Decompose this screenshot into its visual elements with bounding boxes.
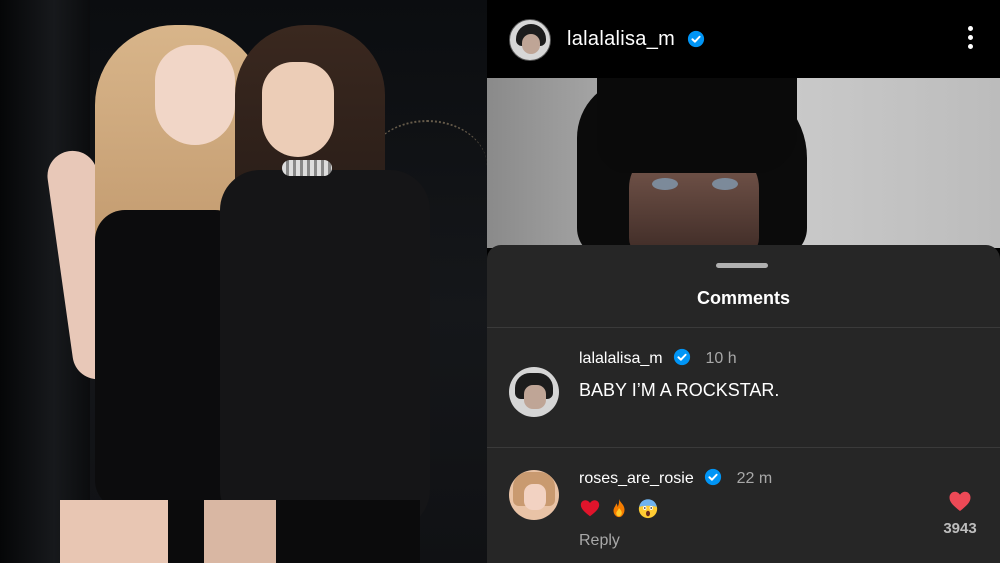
instagram-post-view: lalalalisa_m Comments lalalalisa_m 10 h …	[487, 0, 1000, 563]
comment-time: 22 m	[736, 470, 773, 487]
post-username[interactable]: lalalalisa_m	[567, 28, 675, 50]
post-image-bangs	[597, 78, 797, 173]
verified-badge-icon	[687, 30, 705, 48]
necklace	[282, 160, 332, 176]
verified-badge-icon	[705, 468, 722, 486]
person-left-face	[155, 45, 235, 145]
avatar-face	[524, 385, 546, 409]
post-username-row[interactable]: lalalalisa_m	[567, 28, 705, 51]
comment-text: BABY I’M A ROCKSTAR.	[579, 380, 780, 400]
screaming-face-icon	[638, 499, 658, 519]
post-image[interactable]	[487, 78, 1000, 248]
sheet-drag-handle[interactable]	[716, 263, 768, 268]
comment-emojis	[579, 497, 661, 519]
comments-sheet: Comments lalalalisa_m 10 h BABY I’M A RO…	[487, 245, 1000, 563]
legs	[60, 500, 420, 563]
post-image-left-eye	[652, 178, 678, 190]
reply-button[interactable]: Reply	[579, 532, 620, 550]
comments-title: Comments	[696, 288, 790, 308]
divider	[487, 327, 1000, 328]
left-photo	[0, 0, 487, 563]
comment-username[interactable]: lalalalisa_m	[579, 350, 663, 367]
comment-header: lalalalisa_m 10 h	[579, 348, 737, 368]
avatar-face	[522, 34, 540, 54]
verified-badge-icon	[673, 348, 691, 366]
comment-username[interactable]: roses_are_rosie	[579, 470, 694, 487]
person-right-body	[220, 170, 430, 530]
comment-header: roses_are_rosie 22 m	[579, 468, 772, 488]
more-options-icon[interactable]	[966, 26, 974, 54]
avatar-face	[524, 484, 546, 510]
post-header: lalalalisa_m	[487, 0, 1000, 78]
red-heart-icon	[580, 500, 600, 517]
divider	[487, 447, 1000, 448]
post-image-right-eye	[712, 178, 738, 190]
person-right-face	[262, 62, 334, 157]
comment-avatar[interactable]	[509, 367, 559, 417]
fire-icon	[613, 499, 625, 518]
like-heart-icon[interactable]	[948, 490, 972, 512]
comment-time: 10 h	[705, 350, 737, 367]
comment-avatar[interactable]	[509, 470, 559, 520]
profile-avatar[interactable]	[509, 19, 551, 61]
like-count: 3943	[943, 520, 977, 537]
